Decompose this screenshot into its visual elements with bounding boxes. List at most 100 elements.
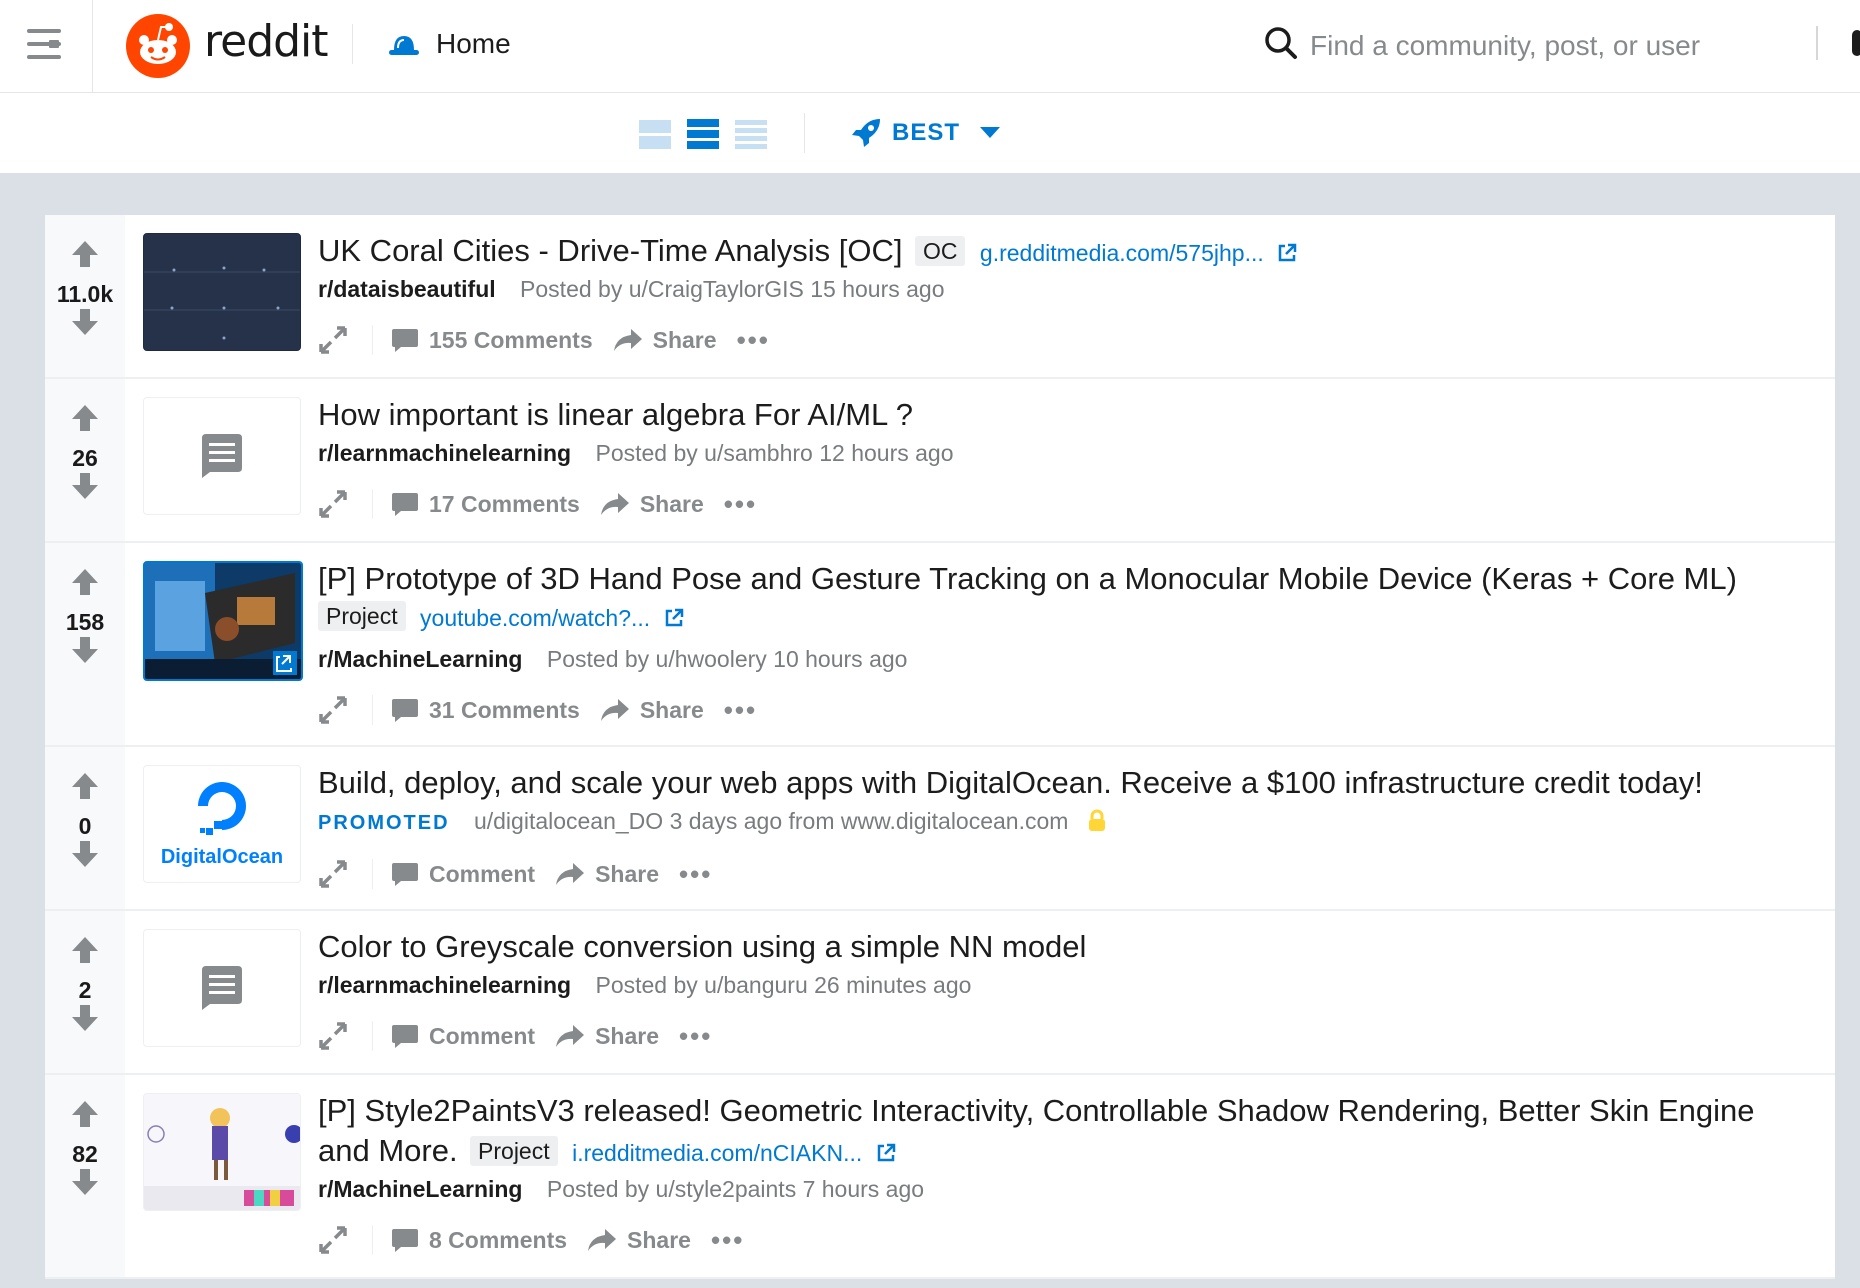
share-button[interactable]: Share (600, 491, 704, 518)
post-domain-link[interactable]: i.redditmedia.com/nCIAKN... (572, 1140, 862, 1166)
post-domain-link[interactable]: youtube.com/watch?... (420, 605, 650, 631)
comments-count: 155 Comments (429, 326, 593, 353)
expand-icon[interactable] (318, 859, 348, 889)
comments-button[interactable]: 31 Comments (391, 697, 580, 724)
post-thumbnail[interactable] (143, 233, 301, 351)
downvote-arrow-icon[interactable] (70, 635, 100, 665)
post-actions: 17 Comments Share ••• (318, 477, 1805, 531)
post-item[interactable]: 11.0k UK Coral Cities - Drive-Time Analy… (45, 215, 1835, 379)
post-thumbnail[interactable]: DigitalOcean (143, 765, 301, 883)
reddit-wordmark[interactable]: reddit (204, 16, 329, 67)
post-author-time: Posted by u/hwoolery 10 hours ago (546, 646, 908, 672)
post-meta: PROMOTED u/digitalocean_DO 3 days ago fr… (318, 803, 1805, 841)
vote-score: 82 (72, 1141, 98, 1167)
downvote-arrow-icon[interactable] (70, 1003, 100, 1033)
reddit-logo-icon[interactable] (126, 14, 190, 78)
post-title[interactable]: UK Coral Cities - Drive-Time Analysis [O… (318, 233, 903, 268)
comment-icon (392, 863, 418, 886)
downvote-arrow-icon[interactable] (70, 471, 100, 501)
more-options-icon[interactable]: ••• (724, 695, 757, 726)
more-options-icon[interactable]: ••• (711, 1225, 744, 1256)
expand-icon[interactable] (318, 1225, 348, 1255)
post-flair[interactable]: Project (318, 601, 406, 631)
card-view-icon[interactable] (638, 117, 672, 151)
post-thumbnail[interactable] (143, 561, 303, 681)
post-thumbnail[interactable] (143, 929, 301, 1047)
post-title[interactable]: [P] Prototype of 3D Hand Pose and Gestur… (318, 561, 1737, 596)
vote-score: 2 (78, 977, 92, 1003)
text-post-icon (202, 966, 242, 1010)
post-thumbnail[interactable] (143, 1093, 301, 1211)
expand-icon[interactable] (318, 325, 348, 355)
post-actions: 155 Comments Share ••• (318, 313, 1805, 367)
search-icon (1265, 27, 1297, 59)
post-title[interactable]: Color to Greyscale conversion using a si… (318, 929, 1086, 964)
share-button[interactable]: Share (555, 861, 659, 888)
subreddit-link[interactable]: r/learnmachinelearning (318, 972, 571, 998)
upvote-arrow-icon[interactable] (70, 567, 100, 597)
search-input[interactable] (1308, 20, 1812, 72)
post-title[interactable]: Build, deploy, and scale your web apps w… (318, 765, 1703, 800)
more-options-icon[interactable]: ••• (737, 325, 770, 356)
vote-column: 2 (45, 911, 125, 1073)
comment-icon (392, 1229, 418, 1252)
upvote-arrow-icon[interactable] (70, 771, 100, 801)
post-item[interactable]: 158 [P] Prototype of 3D Hand Pose and Ge… (45, 543, 1835, 747)
post-flair[interactable]: Project (470, 1136, 558, 1166)
expand-icon[interactable] (318, 1021, 348, 1051)
downvote-arrow-icon[interactable] (70, 307, 100, 337)
external-link-icon[interactable] (1276, 242, 1298, 264)
header-divider (1816, 26, 1818, 60)
external-link-icon[interactable] (663, 607, 685, 629)
classic-view-icon[interactable] (686, 117, 720, 151)
subreddit-link[interactable]: r/learnmachinelearning (318, 440, 571, 466)
share-button[interactable]: Share (613, 327, 717, 354)
post-meta: r/MachineLearning Posted by u/style2pain… (318, 1171, 1805, 1207)
post-thumbnail[interactable] (143, 397, 301, 515)
share-label: Share (627, 1226, 691, 1253)
subreddit-link[interactable]: r/MachineLearning (318, 1176, 522, 1202)
more-options-icon[interactable]: ••• (679, 859, 712, 890)
upvote-arrow-icon[interactable] (70, 239, 100, 269)
post-content: [P] Style2PaintsV3 released! Geometric I… (318, 1075, 1835, 1279)
comments-count: Comment (429, 1022, 536, 1049)
share-arrow-icon (600, 493, 629, 515)
post-item[interactable]: 82 [P] Style2PaintsV3 released! Geometri… (45, 1075, 1835, 1279)
share-button[interactable]: Share (587, 1227, 691, 1254)
home-feed-selector[interactable]: Home (436, 28, 511, 60)
downvote-arrow-icon[interactable] (70, 1167, 100, 1197)
user-menu-icon[interactable] (1852, 30, 1860, 56)
chevron-down-icon[interactable] (980, 127, 1000, 138)
external-link-icon[interactable] (875, 1142, 897, 1164)
share-button[interactable]: Share (600, 697, 704, 724)
expand-icon[interactable] (318, 695, 348, 725)
subreddit-link[interactable]: r/dataisbeautiful (318, 276, 496, 302)
post-title[interactable]: How important is linear algebra For AI/M… (318, 397, 913, 432)
comments-button[interactable]: 155 Comments (391, 327, 593, 354)
actions-divider (372, 1225, 373, 1255)
subreddit-link[interactable]: r/MachineLearning (318, 646, 522, 672)
upvote-arrow-icon[interactable] (70, 1099, 100, 1129)
post-domain-link[interactable]: g.redditmedia.com/575jhp... (980, 240, 1264, 266)
compact-view-icon[interactable] (734, 117, 768, 151)
promoted-post-item[interactable]: 0 DigitalOcean Build, deploy, and scale … (45, 747, 1835, 911)
expand-icon[interactable] (318, 489, 348, 519)
post-meta: r/learnmachinelearning Posted by u/bangu… (318, 967, 1805, 1003)
comments-button[interactable]: 8 Comments (391, 1227, 567, 1254)
post-item[interactable]: 2 Color to Greyscale conversion using a … (45, 911, 1835, 1075)
post-feed: 11.0k UK Coral Cities - Drive-Time Analy… (45, 215, 1835, 1279)
upvote-arrow-icon[interactable] (70, 935, 100, 965)
post-item[interactable]: 26 How important is linear algebra For A… (45, 379, 1835, 543)
share-button[interactable]: Share (555, 1023, 659, 1050)
sort-dropdown[interactable]: BEST (892, 119, 960, 147)
share-arrow-icon (613, 329, 642, 351)
comments-button[interactable]: 17 Comments (391, 491, 580, 518)
comments-button[interactable]: Comment (391, 1023, 535, 1050)
more-options-icon[interactable]: ••• (679, 1021, 712, 1052)
post-flair[interactable]: OC (914, 236, 966, 266)
menu-button[interactable] (0, 0, 93, 92)
upvote-arrow-icon[interactable] (70, 403, 100, 433)
more-options-icon[interactable]: ••• (724, 489, 757, 520)
downvote-arrow-icon[interactable] (70, 839, 100, 869)
comments-button[interactable]: Comment (391, 861, 535, 888)
